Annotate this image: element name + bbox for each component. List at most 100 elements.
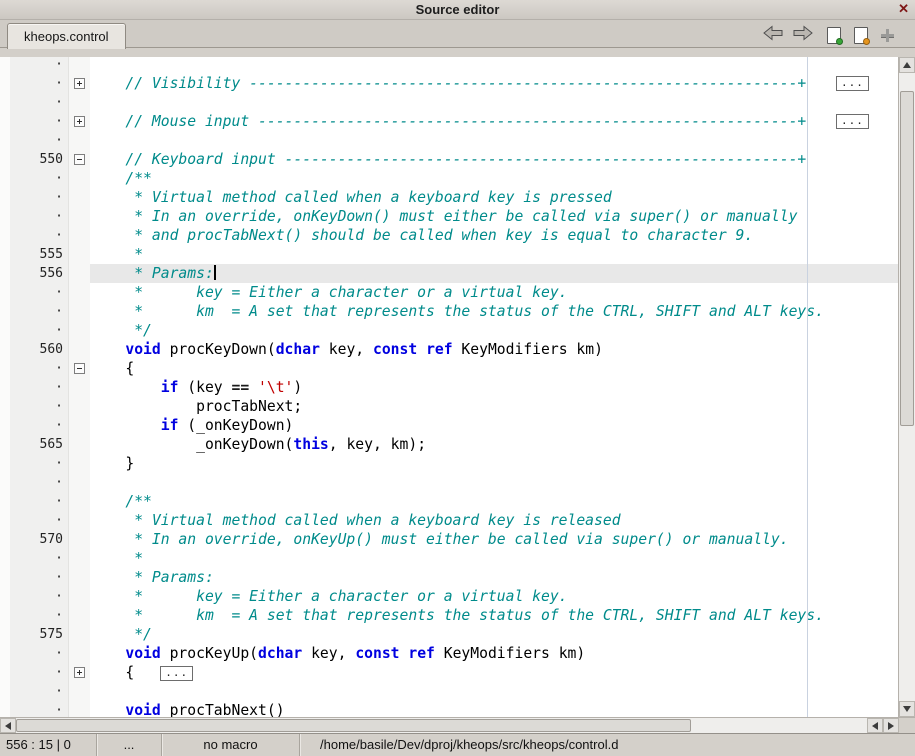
detach-editor-icon[interactable] [880, 28, 895, 43]
scroll-up-button[interactable] [899, 57, 915, 73]
editor-row[interactable]: · * key = Either a character or a virtua… [0, 283, 898, 302]
horizontal-scrollbar[interactable] [0, 717, 915, 733]
editor-row[interactable]: · void procTabNext() [0, 701, 898, 717]
fold-collapse-icon[interactable] [74, 154, 85, 165]
code-line-text[interactable]: * In an override, onKeyDown() must eithe… [90, 207, 898, 226]
scroll-left-button-right-end[interactable] [867, 718, 883, 733]
code-line-text[interactable]: * Params: [90, 264, 898, 283]
line-number: · [10, 549, 68, 568]
editor-row[interactable]: 555 * [0, 245, 898, 264]
horizontal-scroll-track[interactable] [16, 718, 867, 733]
code-line-text[interactable]: * key = Either a character or a virtual … [90, 587, 898, 606]
fold-margin [68, 93, 90, 112]
code-line-text[interactable]: {... [90, 663, 898, 682]
code-line-text[interactable]: * Virtual method called when a keyboard … [90, 511, 898, 530]
scroll-left-button[interactable] [0, 718, 16, 733]
fold-expand-icon[interactable] [74, 667, 85, 678]
code-line-text[interactable]: void procKeyDown(dchar key, const ref Ke… [90, 340, 898, 359]
code-line-text[interactable]: } [90, 454, 898, 473]
code-line-text[interactable]: * [90, 549, 898, 568]
code-line-text[interactable]: * km = A set that represents the status … [90, 302, 898, 321]
editor-row[interactable]: · /** [0, 169, 898, 188]
editor-row[interactable]: 556 * Params: [0, 264, 898, 283]
editor-row[interactable]: · [0, 682, 898, 701]
document-modified-icon[interactable] [854, 27, 868, 44]
tab-label: kheops.control [24, 29, 109, 44]
editor-row[interactable]: · [0, 57, 898, 74]
editor-row[interactable]: · { [0, 359, 898, 378]
code-line-text[interactable]: /** [90, 492, 898, 511]
nav-forward-icon[interactable] [792, 25, 814, 46]
editor-row[interactable]: · procTabNext; [0, 397, 898, 416]
editor-row[interactable]: · if (_onKeyDown) [0, 416, 898, 435]
code-line-text[interactable]: _onKeyDown(this, key, km); [90, 435, 898, 454]
code-line-text[interactable]: * km = A set that represents the status … [90, 606, 898, 625]
fold-collapse-icon[interactable] [74, 363, 85, 374]
vertical-scrollbar[interactable] [898, 57, 915, 717]
editor-row[interactable]: 575 */ [0, 625, 898, 644]
editor-row[interactable]: · * Virtual method called when a keyboar… [0, 511, 898, 530]
code-line-text[interactable]: // Visibility --------------------------… [90, 74, 898, 93]
code-line-text[interactable]: // Keyboard input ----------------------… [90, 150, 898, 169]
vertical-scroll-thumb[interactable] [900, 91, 914, 426]
editor-row[interactable]: 570 * In an override, onKeyUp() must eit… [0, 530, 898, 549]
editor-row[interactable]: 560 void procKeyDown(dchar key, const re… [0, 340, 898, 359]
code-line-text[interactable]: * key = Either a character or a virtual … [90, 283, 898, 302]
fold-ellipsis[interactable]: ... [160, 666, 193, 681]
code-line-text[interactable]: procTabNext; [90, 397, 898, 416]
editor-row[interactable]: · * km = A set that represents the statu… [0, 606, 898, 625]
fold-ellipsis[interactable]: ... [836, 114, 869, 129]
editor-row[interactable]: · * Virtual method called when a keyboar… [0, 188, 898, 207]
code-line-text[interactable]: */ [90, 321, 898, 340]
fold-ellipsis[interactable]: ... [836, 76, 869, 91]
editor-row[interactable]: 550 // Keyboard input ------------------… [0, 150, 898, 169]
editor-row[interactable]: · * In an override, onKeyDown() must eit… [0, 207, 898, 226]
window-close-button[interactable]: ✕ [898, 1, 909, 17]
editor-row[interactable]: · [0, 473, 898, 492]
code-line-text[interactable]: { [90, 359, 898, 378]
fold-expand-icon[interactable] [74, 116, 85, 127]
editor-row[interactable]: · /** [0, 492, 898, 511]
editor-row[interactable]: · void procKeyUp(dchar key, const ref Ke… [0, 644, 898, 663]
code-line-text[interactable]: * Virtual method called when a keyboard … [90, 188, 898, 207]
horizontal-scroll-thumb[interactable] [16, 719, 691, 732]
code-line-text[interactable]: * [90, 245, 898, 264]
nav-back-icon[interactable] [762, 25, 784, 46]
code-line-text[interactable] [90, 473, 898, 492]
code-line-text[interactable]: * In an override, onKeyUp() must either … [90, 530, 898, 549]
editor-row[interactable]: · * key = Either a character or a virtua… [0, 587, 898, 606]
editor-row[interactable]: · * and procTabNext() should be called w… [0, 226, 898, 245]
editor-row[interactable]: · [0, 93, 898, 112]
editor-row[interactable]: · {... [0, 663, 898, 682]
editor-row[interactable]: · * [0, 549, 898, 568]
editor-row[interactable]: · * km = A set that represents the statu… [0, 302, 898, 321]
code-line-text[interactable] [90, 131, 898, 150]
scroll-right-button[interactable] [883, 718, 899, 733]
code-line-text[interactable]: if (key == '\t') [90, 378, 898, 397]
fold-expand-icon[interactable] [74, 78, 85, 89]
code-line-text[interactable]: */ [90, 625, 898, 644]
code-line-text[interactable]: /** [90, 169, 898, 188]
code-editor[interactable]: ·· // Visibility -----------------------… [0, 57, 898, 717]
editor-row[interactable]: · // Mouse input -----------------------… [0, 112, 898, 131]
document-add-icon[interactable] [827, 27, 841, 44]
code-line-text[interactable] [90, 93, 898, 112]
code-line-text[interactable]: // Mouse input -------------------------… [90, 112, 898, 131]
editor-row[interactable]: · if (key == '\t') [0, 378, 898, 397]
editor-row[interactable]: · */ [0, 321, 898, 340]
code-line-text[interactable]: void procTabNext() [90, 701, 898, 717]
editor-row[interactable]: · * Params: [0, 568, 898, 587]
tab-kheops-control[interactable]: kheops.control [7, 23, 126, 49]
editor-row[interactable]: 565 _onKeyDown(this, key, km); [0, 435, 898, 454]
code-line-text[interactable]: if (_onKeyDown) [90, 416, 898, 435]
editor-row[interactable]: · [0, 131, 898, 150]
vertical-scroll-track[interactable] [899, 73, 915, 701]
code-line-text[interactable]: * and procTabNext() should be called whe… [90, 226, 898, 245]
code-line-text[interactable] [90, 682, 898, 701]
code-line-text[interactable] [90, 57, 898, 74]
scroll-down-button[interactable] [899, 701, 915, 717]
code-line-text[interactable]: void procKeyUp(dchar key, const ref KeyM… [90, 644, 898, 663]
editor-row[interactable]: · // Visibility ------------------------… [0, 74, 898, 93]
code-line-text[interactable]: * Params: [90, 568, 898, 587]
editor-row[interactable]: · } [0, 454, 898, 473]
